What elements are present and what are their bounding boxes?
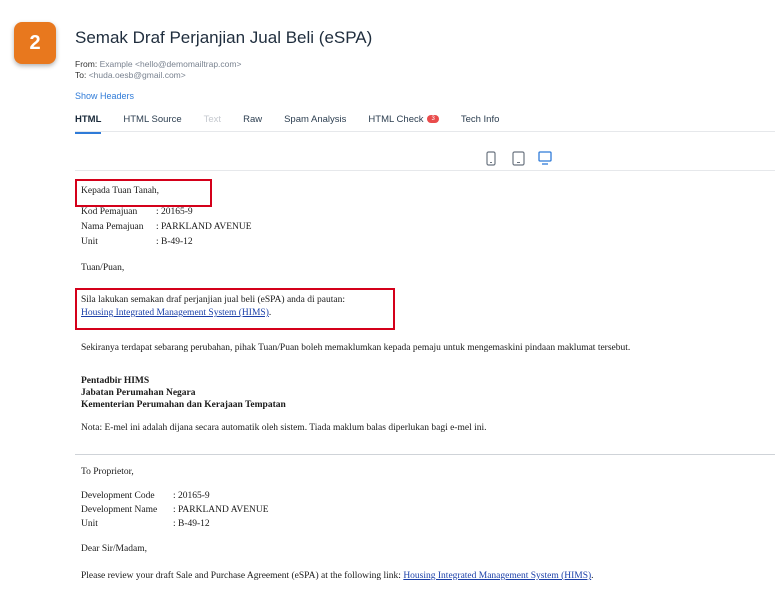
salutation-en: Dear Sir/Madam, xyxy=(81,544,147,554)
view-size-toggle xyxy=(484,150,565,166)
tab-html[interactable]: HTML xyxy=(75,114,102,134)
nama-label: Nama Pemajuan xyxy=(81,222,144,232)
step-number-badge: 2 xyxy=(14,22,56,64)
hims-link-ms[interactable]: Housing Integrated Management System (HI… xyxy=(81,308,269,318)
tab-raw[interactable]: Raw xyxy=(243,114,262,125)
kod-label: Kod Pemajuan xyxy=(81,207,138,217)
signature-line-3: Kementerian Perumahan dan Kerajaan Tempa… xyxy=(81,400,286,410)
unit-value-en: : B-49-12 xyxy=(173,519,210,529)
unit-value: : B-49-12 xyxy=(156,237,193,247)
kod-value: : 20165-9 xyxy=(156,207,193,217)
unit-label: Unit xyxy=(81,237,98,247)
dev-name-value: : PARKLAND AVENUE xyxy=(173,505,269,515)
link-line-ms: Housing Integrated Management System (HI… xyxy=(81,308,271,318)
auto-generated-note: Nota: E-mel ini adalah dijana secara aut… xyxy=(81,423,487,433)
language-separator xyxy=(75,454,775,455)
tabs-divider xyxy=(75,131,775,132)
to-label: To: xyxy=(75,70,87,80)
unit-row-en: Unit : B-49-12 xyxy=(81,519,210,529)
nama-value: : PARKLAND AVENUE xyxy=(156,222,252,232)
tab-text: Text xyxy=(203,114,222,125)
tab-html-check-label: HTML Check xyxy=(368,114,424,125)
body-line-en: Please review your draft Sale and Purcha… xyxy=(81,571,594,581)
to-line: To: <huda.oesb@gmail.com> xyxy=(75,70,186,80)
greeting-ms: Kepada Tuan Tanah, xyxy=(81,186,160,196)
development-code-row: Development Code : 20165-9 xyxy=(81,491,210,501)
hims-link-en[interactable]: Housing Integrated Management System (HI… xyxy=(403,571,591,581)
email-subject: Semak Draf Perjanjian Jual Beli (eSPA) xyxy=(75,28,373,47)
development-name-row: Development Name : PARKLAND AVENUE xyxy=(81,505,269,515)
email-body: Kepada Tuan Tanah, Kod Pemajuan : 20165-9… xyxy=(75,170,775,589)
html-check-count-badge: 3 xyxy=(427,115,439,124)
body-text-ms: Sila lakukan semakan draf perjanjian jua… xyxy=(81,295,345,305)
desktop-view-icon[interactable] xyxy=(538,150,552,166)
greeting-en: To Proprietor, xyxy=(81,467,134,477)
link-suffix-en: . xyxy=(591,571,594,581)
signature-line-2: Jabatan Perumahan Negara xyxy=(81,388,196,398)
show-headers-link[interactable]: Show Headers xyxy=(75,91,134,101)
unit-row-ms: Unit : B-49-12 xyxy=(81,237,193,247)
signature-line-1: Pentadbir HIMS xyxy=(81,376,150,386)
dev-code-label: Development Code xyxy=(81,491,155,501)
view-tabs: HTML HTML Source Text Raw Spam Analysis … xyxy=(75,114,521,134)
tablet-view-icon[interactable] xyxy=(511,150,525,166)
dev-name-label: Development Name xyxy=(81,505,158,515)
from-label: From: xyxy=(75,59,98,69)
tab-spam-analysis[interactable]: Spam Analysis xyxy=(284,114,346,125)
to-value: <huda.oesb@gmail.com> xyxy=(88,70,186,80)
body-text-en: Please review your draft Sale and Purcha… xyxy=(81,571,401,581)
from-value: Example <hello@demomailtrap.com> xyxy=(99,59,242,69)
tab-html-source[interactable]: HTML Source xyxy=(123,114,181,125)
mobile-view-icon[interactable] xyxy=(484,150,498,166)
change-note-ms: Sekiranya terdapat sebarang perubahan, p… xyxy=(81,343,631,353)
tab-tech-info[interactable]: Tech Info xyxy=(461,114,500,125)
tab-html-check[interactable]: HTML Check 3 xyxy=(368,114,439,125)
salutation-ms: Tuan/Puan, xyxy=(81,263,125,273)
nama-pemajuan-row: Nama Pemajuan : PARKLAND AVENUE xyxy=(81,222,252,232)
dev-code-value: : 20165-9 xyxy=(173,491,210,501)
link-suffix-ms: . xyxy=(268,308,272,318)
unit-label-en: Unit xyxy=(81,519,98,529)
from-line: From: Example <hello@demomailtrap.com> xyxy=(75,59,241,69)
kod-pemajuan-row: Kod Pemajuan : 20165-9 xyxy=(81,207,193,217)
